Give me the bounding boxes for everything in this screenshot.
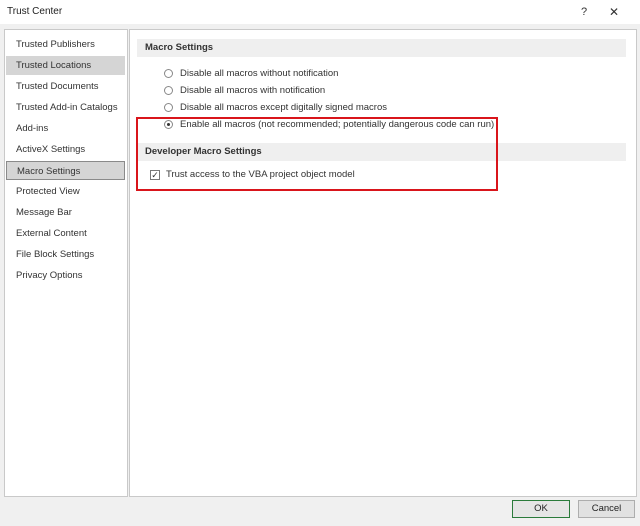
sidebar-item-activex-settings[interactable]: ActiveX Settings [6, 140, 125, 159]
sidebar-item-trusted-publishers[interactable]: Trusted Publishers [6, 35, 125, 54]
help-icon[interactable]: ? [576, 4, 592, 20]
sidebar-item-protected-view[interactable]: Protected View [6, 182, 125, 201]
sidebar-item-add-ins[interactable]: Add-ins [6, 119, 125, 138]
cancel-button[interactable]: Cancel [578, 500, 635, 518]
red-highlight-box [136, 117, 498, 191]
radio-button[interactable] [164, 69, 173, 78]
dialog-body: Trusted Publishers Trusted Locations Tru… [0, 24, 640, 526]
sidebar-item-trusted-add-in-catalogs[interactable]: Trusted Add-in Catalogs [6, 98, 125, 117]
sidebar-item-external-content[interactable]: External Content [6, 224, 125, 243]
close-icon[interactable]: ✕ [606, 4, 622, 20]
sidebar-item-trusted-documents[interactable]: Trusted Documents [6, 77, 125, 96]
sidebar-item-macro-settings[interactable]: Macro Settings [6, 161, 125, 180]
settings-panel: Macro Settings Disable all macros withou… [129, 29, 637, 497]
category-sidebar: Trusted Publishers Trusted Locations Tru… [4, 29, 128, 497]
sidebar-item-file-block-settings[interactable]: File Block Settings [6, 245, 125, 264]
radio-button[interactable] [164, 103, 173, 112]
ok-button[interactable]: OK [512, 500, 570, 518]
sidebar-item-trusted-locations[interactable]: Trusted Locations [6, 56, 125, 75]
radio-label: Disable all macros with notification [180, 85, 326, 96]
radio-label: Disable all macros without notification [180, 68, 339, 79]
title-bar: Trust Center ? ✕ [0, 0, 640, 24]
radio-button[interactable] [164, 86, 173, 95]
sidebar-item-privacy-options[interactable]: Privacy Options [6, 266, 125, 285]
sidebar-item-message-bar[interactable]: Message Bar [6, 203, 125, 222]
window-title: Trust Center [7, 6, 63, 17]
macro-settings-header: Macro Settings [137, 39, 626, 57]
radio-label: Disable all macros except digitally sign… [180, 102, 387, 113]
